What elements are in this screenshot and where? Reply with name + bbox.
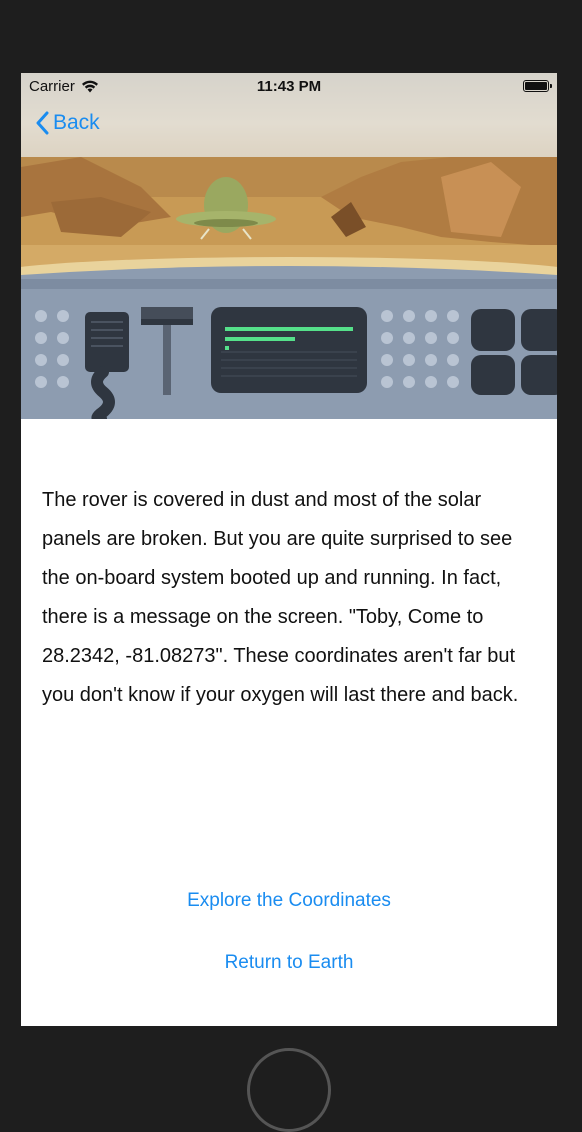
mars-rover-cockpit-illustration: [21, 157, 557, 419]
explore-coordinates-button[interactable]: Explore the Coordinates: [21, 890, 557, 912]
app-screen: Carrier 11:43 PM Back The rover is cover…: [21, 73, 557, 1026]
status-bar: Carrier 11:43 PM: [21, 73, 557, 101]
hero-illustration: [21, 157, 557, 419]
device-frame: Carrier 11:43 PM Back The rover is cover…: [0, 0, 582, 1132]
home-button[interactable]: [247, 1048, 331, 1132]
chevron-left-icon: [36, 111, 49, 135]
return-to-earth-button[interactable]: Return to Earth: [21, 952, 557, 974]
status-time: 11:43 PM: [256, 78, 322, 95]
back-button[interactable]: Back: [35, 111, 100, 135]
back-label: Back: [53, 111, 100, 134]
story-text: The rover is covered in dust and most of…: [42, 489, 519, 706]
navigation-bar: Carrier 11:43 PM Back: [21, 73, 557, 158]
battery-icon: [523, 80, 552, 92]
